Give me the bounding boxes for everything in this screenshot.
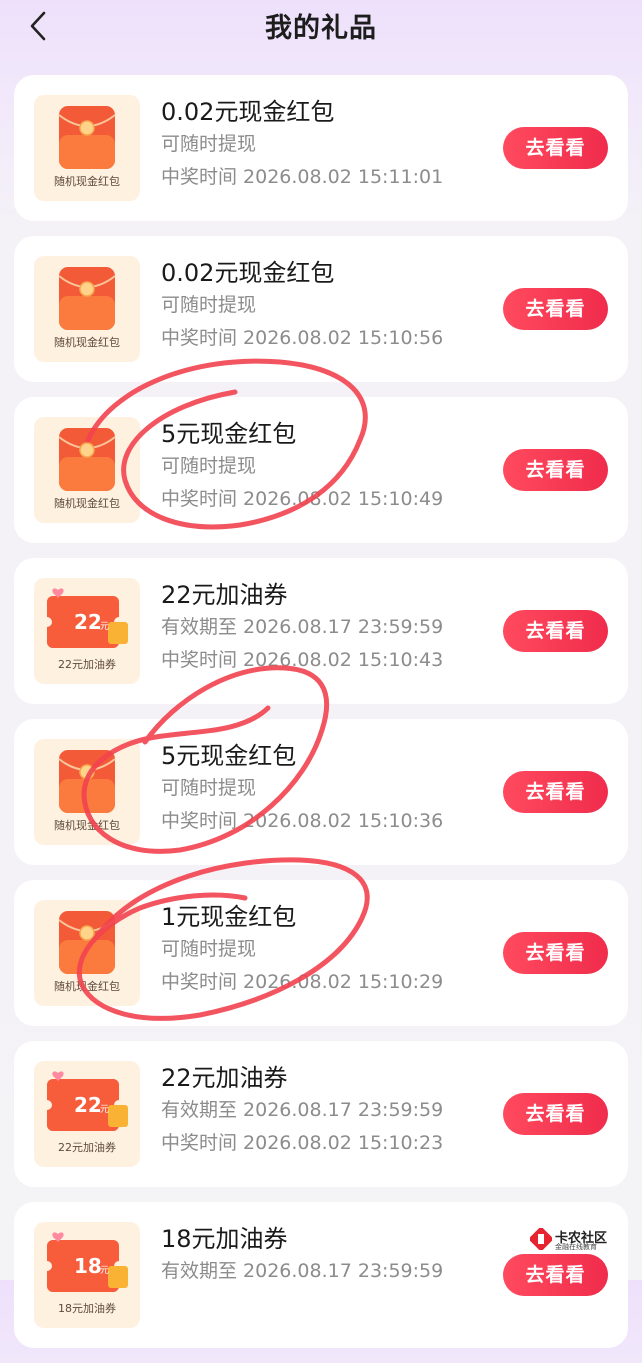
view-button[interactable]: 去看看 <box>503 771 608 813</box>
gift-validity: 可随时提现 <box>161 777 257 799</box>
gift-card[interactable]: 22 元 22元加油券 22元加油券 有效期至 2026.08.17 23:59… <box>14 1041 628 1187</box>
thumb-caption: 22元加油券 <box>58 1141 116 1154</box>
coupon-value: 22 <box>74 610 102 634</box>
gift-win-time: 中奖时间 2026.08.02 15:10:49 <box>161 488 444 510</box>
thumb-caption: 随机现金红包 <box>54 175 120 188</box>
gift-win-time: 中奖时间 2026.08.02 15:10:29 <box>161 971 444 993</box>
gift-card[interactable]: 随机现金红包 1元现金红包 可随时提现 中奖时间 2026.08.02 15:1… <box>14 880 628 1026</box>
gift-validity: 可随时提现 <box>161 133 257 155</box>
gift-card[interactable]: 22 元 22元加油券 22元加油券 有效期至 2026.08.17 23:59… <box>14 558 628 704</box>
red-packet-thumb: 随机现金红包 <box>34 417 140 523</box>
coupon-value: 22 <box>74 1093 102 1117</box>
gift-validity: 有效期至 2026.08.17 23:59:59 <box>161 616 444 638</box>
view-button[interactable]: 去看看 <box>503 449 608 491</box>
thumb-caption: 随机现金红包 <box>54 497 120 510</box>
coupon-unit: 元 <box>100 1266 109 1276</box>
gift-card[interactable]: 18 元 18元加油券 18元加油券 有效期至 2026.08.17 23:59… <box>14 1202 628 1348</box>
gift-win-time: 中奖时间 2026.08.02 15:10:36 <box>161 810 444 832</box>
community-watermark: 卡农社区 金融在线教育 <box>530 1228 638 1254</box>
thumb-caption: 随机现金红包 <box>54 819 120 832</box>
gift-validity: 有效期至 2026.08.17 23:59:59 <box>161 1260 444 1282</box>
red-packet-thumb: 随机现金红包 <box>34 739 140 845</box>
thumb-caption: 随机现金红包 <box>54 336 120 349</box>
gift-validity: 可随时提现 <box>161 938 257 960</box>
red-packet-thumb: 随机现金红包 <box>34 95 140 201</box>
gift-name: 5元现金红包 <box>161 420 297 448</box>
gift-name: 22元加油券 <box>161 1064 288 1092</box>
coupon-value: 18 <box>74 1254 102 1278</box>
gift-win-time: 中奖时间 2026.08.02 15:10:23 <box>161 1132 444 1154</box>
gift-validity: 可随时提现 <box>161 294 257 316</box>
gift-card[interactable]: 随机现金红包 0.02元现金红包 可随时提现 中奖时间 2026.08.02 1… <box>14 75 628 221</box>
gift-win-time: 中奖时间 2026.08.02 15:11:01 <box>161 166 444 188</box>
red-packet-thumb: 随机现金红包 <box>34 900 140 1006</box>
coupon-unit: 元 <box>100 1105 109 1115</box>
gift-win-time: 中奖时间 2026.08.02 15:10:56 <box>161 327 444 349</box>
gift-list: 随机现金红包 0.02元现金红包 可随时提现 中奖时间 2026.08.02 1… <box>14 75 628 1363</box>
watermark-subtitle: 金融在线教育 <box>555 1243 597 1251</box>
top-bar: 我的礼品 <box>0 0 642 60</box>
gift-validity: 有效期至 2026.08.17 23:59:59 <box>161 1099 444 1121</box>
thumb-caption: 18元加油券 <box>58 1302 116 1315</box>
view-button[interactable]: 去看看 <box>503 610 608 652</box>
gift-card[interactable]: 随机现金红包 5元现金红包 可随时提现 中奖时间 2026.08.02 15:1… <box>14 397 628 543</box>
gift-name: 0.02元现金红包 <box>161 259 335 287</box>
view-button[interactable]: 去看看 <box>503 932 608 974</box>
view-button[interactable]: 去看看 <box>503 288 608 330</box>
gift-name: 18元加油券 <box>161 1225 288 1253</box>
view-button[interactable]: 去看看 <box>503 127 608 169</box>
fuel-coupon-thumb: 18 元 18元加油券 <box>34 1222 140 1328</box>
gift-win-time: 中奖时间 2026.08.02 15:10:43 <box>161 649 444 671</box>
view-button[interactable]: 去看看 <box>503 1254 608 1296</box>
community-logo-icon <box>530 1228 552 1250</box>
fuel-coupon-thumb: 22 元 22元加油券 <box>34 1061 140 1167</box>
fuel-coupon-thumb: 22 元 22元加油券 <box>34 578 140 684</box>
gift-name: 5元现金红包 <box>161 742 297 770</box>
gift-card[interactable]: 随机现金红包 5元现金红包 可随时提现 中奖时间 2026.08.02 15:1… <box>14 719 628 865</box>
page-title: 我的礼品 <box>265 13 377 44</box>
red-packet-thumb: 随机现金红包 <box>34 256 140 362</box>
gift-validity: 可随时提现 <box>161 455 257 477</box>
thumb-caption: 22元加油券 <box>58 658 116 671</box>
gift-name: 0.02元现金红包 <box>161 98 335 126</box>
gift-card[interactable]: 随机现金红包 0.02元现金红包 可随时提现 中奖时间 2026.08.02 1… <box>14 236 628 382</box>
gift-name: 1元现金红包 <box>161 903 297 931</box>
gift-name: 22元加油券 <box>161 581 288 609</box>
view-button[interactable]: 去看看 <box>503 1093 608 1135</box>
thumb-caption: 随机现金红包 <box>54 980 120 993</box>
coupon-unit: 元 <box>100 622 109 632</box>
